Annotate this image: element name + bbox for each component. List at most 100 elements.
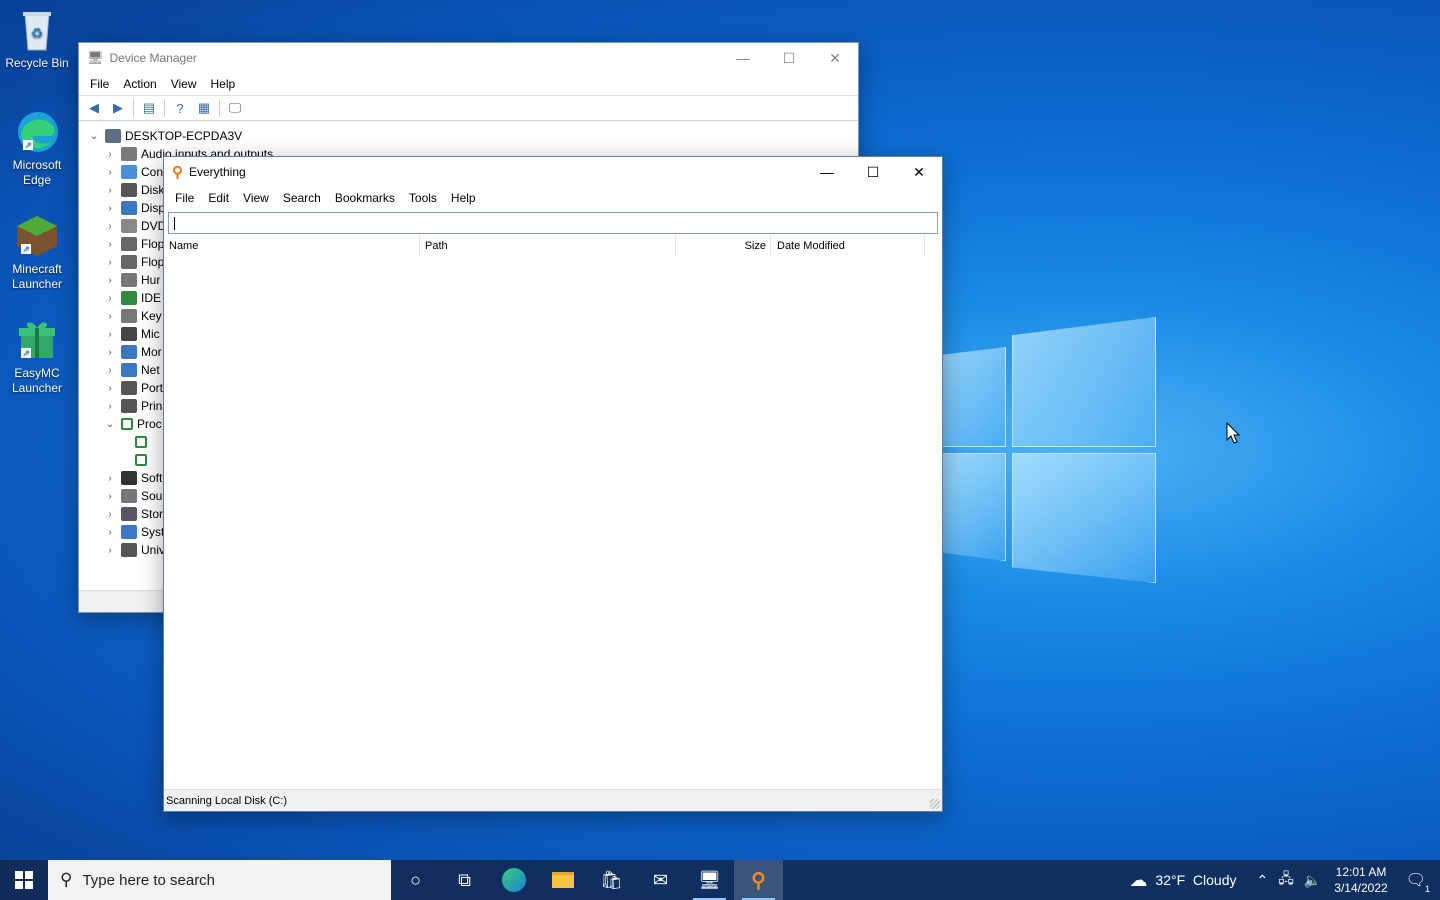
chevron-right-icon[interactable]: › — [103, 545, 117, 556]
chevron-down-icon[interactable]: ⌄ — [87, 131, 101, 142]
column-header-size[interactable]: Size — [676, 236, 771, 256]
tree-child-item[interactable] — [131, 433, 151, 451]
chevron-right-icon[interactable]: › — [103, 365, 117, 376]
desktop-icon-edge[interactable]: ↗ Microsoft Edge — [4, 108, 70, 188]
title-bar[interactable]: 🖥 Device Manager — ☐ ✕ — [79, 43, 858, 73]
close-button[interactable]: ✕ — [896, 157, 942, 187]
chevron-right-icon[interactable]: › — [103, 347, 117, 358]
chevron-right-icon[interactable]: › — [103, 509, 117, 520]
tree-category-item[interactable]: › Mor — [103, 343, 162, 361]
taskbar-store[interactable]: 🛍 — [587, 860, 636, 900]
tree-category-item[interactable]: › Syst — [103, 523, 164, 541]
network-icon[interactable]: 🖧 — [1273, 868, 1299, 892]
tree-category-item[interactable]: › Net — [103, 361, 160, 379]
taskbar-search-box[interactable]: ⚲ Type here to search — [48, 860, 391, 900]
chevron-right-icon[interactable]: › — [103, 221, 117, 232]
tree-category-item[interactable]: › Prin — [103, 397, 162, 415]
menu-action[interactable]: Action — [116, 77, 163, 91]
taskbar-mail[interactable]: ✉ — [636, 860, 685, 900]
tree-category-item[interactable]: › Disk — [103, 181, 164, 199]
chevron-down-icon[interactable]: ⌄ — [103, 419, 117, 430]
chevron-right-icon[interactable]: › — [103, 149, 117, 160]
device-category-icon — [121, 309, 137, 323]
tree-category-item[interactable]: › Hur — [103, 271, 160, 289]
taskbar-everything[interactable]: ⚲ — [734, 860, 783, 900]
tree-child-item[interactable] — [131, 451, 151, 469]
cortana-button[interactable]: ○ — [391, 860, 440, 900]
results-list[interactable] — [164, 256, 942, 789]
close-button[interactable]: ✕ — [812, 43, 858, 73]
chevron-up-icon[interactable]: ⌃ — [1252, 872, 1274, 889]
menu-edit[interactable]: Edit — [201, 191, 236, 205]
taskbar-device-manager[interactable]: 🖥 — [685, 860, 734, 900]
menu-tools[interactable]: Tools — [402, 191, 444, 205]
chevron-right-icon[interactable]: › — [103, 185, 117, 196]
tree-category-item[interactable]: › Port — [103, 379, 163, 397]
everything-window[interactable]: ⚲ Everything — ☐ ✕ File Edit View Search… — [163, 156, 943, 812]
notification-button[interactable]: 🗨 1 — [1396, 870, 1440, 894]
tree-category-item[interactable]: › Flop — [103, 235, 164, 253]
desktop-icon-recycle-bin[interactable]: ♻ Recycle Bin — [4, 6, 70, 71]
desktop-icon-easymc[interactable]: ↗ EasyMC Launcher — [4, 316, 70, 396]
menu-help[interactable]: Help — [444, 191, 483, 205]
tree-category-item[interactable]: › Stor — [103, 505, 163, 523]
menu-file[interactable]: File — [83, 77, 116, 91]
menu-search[interactable]: Search — [276, 191, 328, 205]
chevron-right-icon[interactable]: › — [103, 527, 117, 538]
tree-category-item[interactable]: › IDE — [103, 289, 161, 307]
tree-category-item[interactable]: › Key — [103, 307, 162, 325]
forward-arrow-icon[interactable]: ▶ — [109, 99, 127, 117]
column-header-name[interactable]: Name — [164, 236, 420, 256]
chevron-right-icon[interactable]: › — [103, 311, 117, 322]
minimize-button[interactable]: — — [720, 43, 766, 73]
menu-view[interactable]: View — [236, 191, 276, 205]
menu-help[interactable]: Help — [204, 77, 243, 91]
update-driver-icon[interactable]: ▦ — [195, 99, 213, 117]
tree-category-item[interactable]: › DVD — [103, 217, 166, 235]
maximize-button[interactable]: ☐ — [850, 157, 896, 187]
taskbar-file-explorer[interactable] — [538, 860, 587, 900]
chevron-right-icon[interactable]: › — [103, 275, 117, 286]
taskbar-edge[interactable] — [489, 860, 538, 900]
menu-view[interactable]: View — [164, 77, 204, 91]
chevron-right-icon[interactable]: › — [103, 401, 117, 412]
back-arrow-icon[interactable]: ◀ — [85, 99, 103, 117]
chevron-right-icon[interactable]: › — [103, 329, 117, 340]
task-view-button[interactable]: ⧉ — [440, 860, 489, 900]
chevron-right-icon[interactable]: › — [103, 257, 117, 268]
title-bar[interactable]: ⚲ Everything — ☐ ✕ — [164, 157, 942, 187]
chevron-right-icon[interactable]: › — [103, 203, 117, 214]
start-button[interactable] — [0, 860, 48, 900]
search-input[interactable] — [168, 212, 938, 234]
tree-category-item[interactable]: › Con — [103, 163, 163, 181]
chevron-right-icon[interactable]: › — [103, 239, 117, 250]
column-header-path[interactable]: Path — [420, 236, 676, 256]
tree-category-item[interactable]: ⌄ Proc — [103, 415, 162, 433]
chevron-right-icon[interactable]: › — [103, 383, 117, 394]
menu-file[interactable]: File — [168, 191, 201, 205]
resize-grip[interactable] — [930, 799, 940, 809]
maximize-button[interactable]: ☐ — [766, 43, 812, 73]
tree-category-item[interactable]: › Mic — [103, 325, 160, 343]
properties-icon[interactable]: ▤ — [140, 99, 158, 117]
chevron-right-icon[interactable]: › — [103, 473, 117, 484]
clock[interactable]: 12:01 AM 3/14/2022 — [1326, 864, 1395, 896]
minimize-button[interactable]: — — [804, 157, 850, 187]
tree-category-item[interactable]: › Sou — [103, 487, 162, 505]
volume-icon[interactable]: 🔈 — [1299, 872, 1326, 889]
chevron-right-icon[interactable]: › — [103, 491, 117, 502]
chevron-right-icon[interactable]: › — [103, 293, 117, 304]
menu-bookmarks[interactable]: Bookmarks — [328, 191, 402, 205]
tree-category-item[interactable]: › Univ — [103, 541, 165, 559]
tree-category-item[interactable]: › Soft — [103, 469, 162, 487]
weather-widget[interactable]: ☁ 32°F Cloudy — [1124, 870, 1241, 891]
chevron-right-icon[interactable]: › — [103, 167, 117, 178]
tree-category-item[interactable]: › Flop — [103, 253, 164, 271]
tree-root[interactable]: ⌄ DESKTOP-ECPDA3V — [87, 127, 242, 145]
scan-hardware-icon[interactable]: 🖵 — [226, 99, 244, 117]
desktop-icon-minecraft[interactable]: ↗ Minecraft Launcher — [4, 212, 70, 292]
tree-category-item[interactable]: › Disp — [103, 199, 165, 217]
windows-wallpaper-logo — [940, 315, 1160, 587]
help-icon[interactable]: ? — [171, 99, 189, 117]
column-header-date-modified[interactable]: Date Modified — [771, 236, 925, 256]
